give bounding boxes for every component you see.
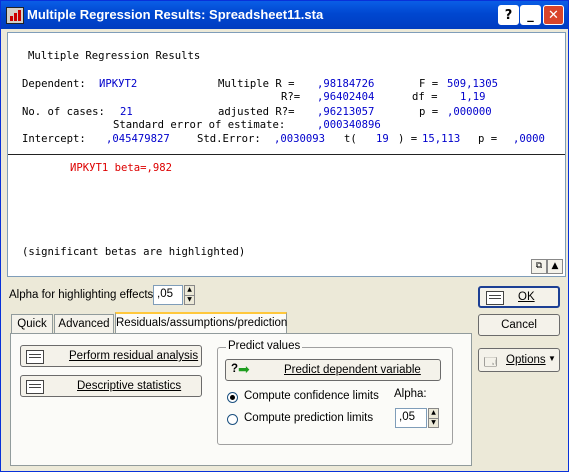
p-value: ,000000 — [447, 106, 492, 118]
adj-r2-label: adjusted R?= — [218, 106, 295, 118]
p2-label: p = — [478, 133, 498, 145]
prediction-limits-label: Compute prediction limits — [244, 412, 374, 424]
ok-label: OK — [518, 291, 535, 303]
t-equals: ) = — [398, 133, 418, 145]
f-label: F = — [419, 78, 439, 90]
results-heading: Multiple Regression Results — [28, 50, 201, 62]
tab-residuals[interactable]: Residuals/assumptions/prediction — [115, 312, 287, 334]
multiple-r-label: Multiple R = — [218, 78, 295, 90]
multiple-r-value: ,98184726 — [317, 78, 375, 90]
predict-dependent-label: Predict dependent variable — [284, 364, 421, 376]
f-value: 509,1305 — [447, 78, 499, 90]
se-value: ,000340896 — [317, 119, 381, 131]
prediction-alpha-spinner[interactable]: ▲ ▼ — [428, 408, 439, 428]
cancel-button[interactable]: Cancel — [478, 314, 560, 336]
ok-sheet-icon — [486, 291, 504, 305]
spin-down-icon[interactable]: ▼ — [429, 418, 438, 428]
dependent-value: ИРКУТ2 — [99, 78, 138, 90]
title-bar[interactable]: Multiple Regression Results: Spreadsheet… — [1, 1, 568, 29]
cases-label: No. of cases: — [22, 106, 105, 118]
sheet-icon — [26, 350, 44, 364]
regression-results-window: Multiple Regression Results: Spreadsheet… — [0, 0, 569, 472]
prediction-alpha-label: Alpha: — [394, 388, 427, 400]
tab-quick[interactable]: Quick — [11, 314, 53, 333]
intercept-label: Intercept: — [22, 133, 86, 145]
chevron-down-icon: ▼ — [548, 354, 556, 363]
spin-up-icon[interactable]: ▲ — [429, 409, 438, 418]
app-icon — [6, 7, 24, 24]
confidence-limits-label: Compute confidence limits — [244, 390, 379, 402]
copy-icon[interactable]: ⧉ — [531, 259, 547, 274]
ok-button[interactable]: OK — [478, 286, 560, 308]
options-button[interactable]: 🗔 Options ▼ — [478, 348, 560, 372]
prediction-alpha-input[interactable]: ,05 — [395, 408, 427, 428]
t-label: t( — [344, 133, 357, 145]
t-value: 15,113 — [422, 133, 461, 145]
options-label: Options — [506, 354, 546, 366]
close-button[interactable]: ✕ — [543, 5, 564, 25]
r2-label: R?= — [281, 91, 301, 103]
stderr-label: Std.Error: — [197, 133, 261, 145]
sheet-icon — [26, 380, 44, 394]
spin-down-icon[interactable]: ▼ — [185, 295, 194, 305]
help-button[interactable]: ? — [498, 5, 519, 25]
results-output-pane[interactable]: Multiple Regression Results Dependent: И… — [7, 32, 566, 277]
predict-values-group: Predict values ? ➡ Predict dependent var… — [217, 340, 453, 445]
adj-r2-value: ,96213057 — [317, 106, 375, 118]
cases-value: 21 — [120, 106, 133, 118]
green-arrow-icon: ➡ — [238, 361, 250, 377]
perform-residual-label: Perform residual analysis — [69, 350, 199, 362]
spin-up-icon[interactable]: ▲ — [185, 286, 194, 295]
t-df-value: 19 — [376, 133, 389, 145]
alpha-highlight-label: Alpha for highlighting effects: — [9, 289, 157, 301]
question-mark-icon: ? — [231, 363, 239, 375]
scroll-up-icon[interactable]: ▲ — [547, 259, 563, 274]
intercept-value: ,045479827 — [106, 133, 170, 145]
prediction-limits-radio[interactable] — [227, 414, 238, 425]
descriptive-stats-label: Descriptive statistics — [77, 380, 182, 392]
output-divider — [8, 154, 565, 155]
p-label: p = — [419, 106, 439, 118]
descriptive-statistics-button[interactable]: Descriptive statistics — [20, 375, 202, 397]
alpha-highlight-input[interactable]: ,05 — [153, 285, 183, 305]
p2-value: ,0000 — [513, 133, 545, 145]
df-label: df = — [412, 91, 438, 103]
window-title: Multiple Regression Results: Spreadsheet… — [27, 7, 324, 22]
dependent-label: Dependent: — [22, 78, 86, 90]
se-label: Standard error of estimate: — [113, 119, 286, 131]
options-icon: 🗔 — [484, 355, 498, 369]
perform-residual-analysis-button[interactable]: Perform residual analysis — [20, 345, 202, 367]
confidence-limits-radio[interactable] — [227, 392, 238, 403]
significance-note: (significant betas are highlighted) — [22, 246, 246, 258]
r2-value: ,96402404 — [317, 91, 375, 103]
stderr-value: ,0030093 — [274, 133, 326, 145]
tab-panel: Perform residual analysis Descriptive st… — [10, 333, 472, 466]
minimize-button[interactable]: _ — [520, 5, 541, 25]
alpha-highlight-spinner[interactable]: ▲ ▼ — [184, 285, 195, 305]
tab-advanced[interactable]: Advanced — [54, 314, 114, 333]
predict-dependent-button[interactable]: ? ➡ Predict dependent variable — [225, 359, 441, 381]
beta-line: ИРКУТ1 beta=,982 — [70, 162, 173, 174]
predict-values-label: Predict values — [226, 340, 303, 352]
df-value: 1,19 — [460, 91, 486, 103]
